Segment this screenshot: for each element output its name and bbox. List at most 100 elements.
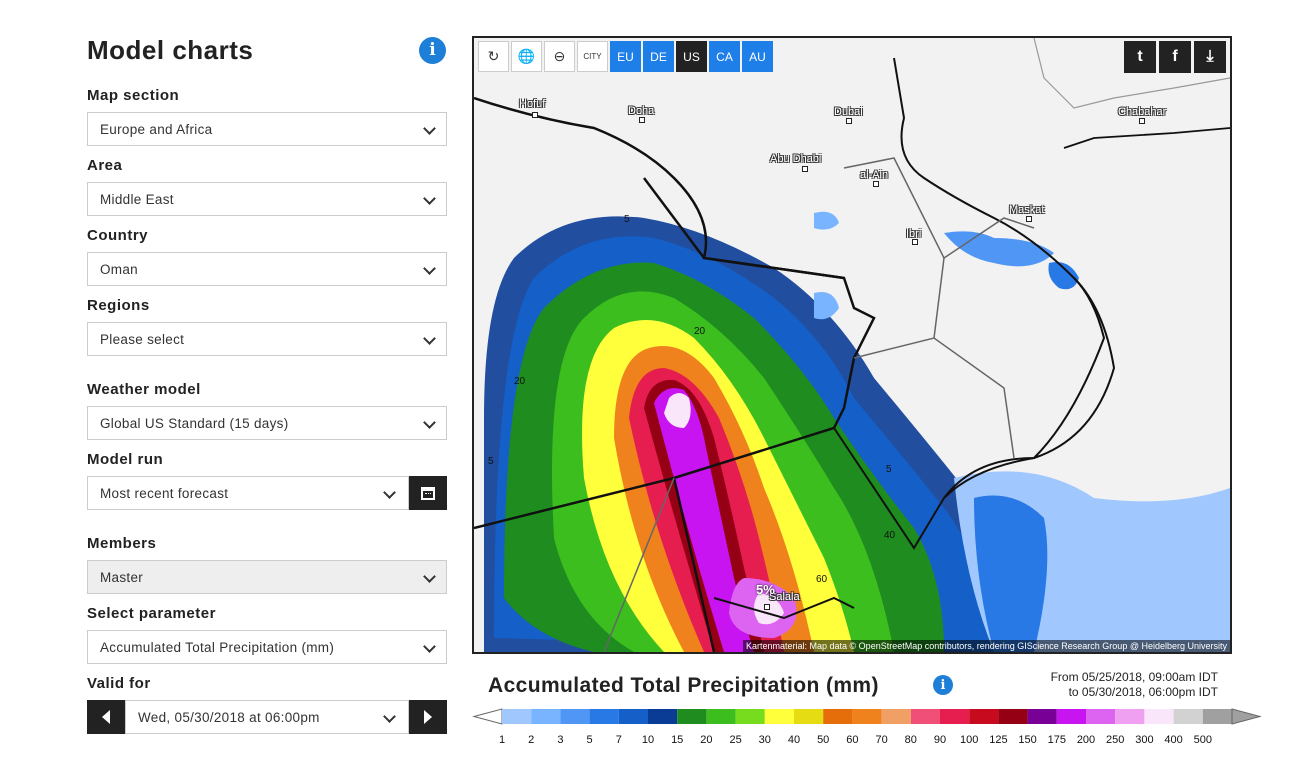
chevron-down-icon bbox=[423, 570, 436, 583]
country-label: Country bbox=[87, 227, 148, 244]
map-attribution: Kartenmaterial: Map data © OpenStreetMap… bbox=[743, 640, 1230, 652]
contour-label: 5 bbox=[624, 214, 630, 225]
chart-title: Accumulated Total Precipitation (mm) bbox=[488, 674, 879, 697]
twitter-button[interactable]: t bbox=[1124, 41, 1156, 73]
legend-swatch bbox=[735, 709, 765, 724]
map-section-label: Map section bbox=[87, 87, 180, 104]
regions-select[interactable]: Please select bbox=[87, 322, 447, 356]
chevron-down-icon bbox=[423, 122, 436, 135]
map-section-value: Europe and Africa bbox=[100, 121, 213, 137]
parameter-select[interactable]: Accumulated Total Precipitation (mm) bbox=[87, 630, 447, 664]
twitter-icon: t bbox=[1137, 48, 1143, 65]
legend-tick-label: 80 bbox=[904, 734, 917, 746]
region-button-us[interactable]: US bbox=[676, 41, 707, 72]
legend-tick-label: 25 bbox=[729, 734, 742, 746]
legend-swatch bbox=[502, 709, 532, 724]
legend-tick-label: 3 bbox=[557, 734, 564, 746]
legend-tick-label: 30 bbox=[758, 734, 771, 746]
chevron-down-icon bbox=[423, 416, 436, 429]
prev-time-button[interactable] bbox=[87, 700, 125, 734]
contour-label: 20 bbox=[694, 326, 706, 337]
next-time-button[interactable] bbox=[409, 700, 447, 734]
info-icon[interactable]: i bbox=[419, 36, 446, 64]
calendar-icon bbox=[421, 486, 435, 500]
legend-tick-label: 175 bbox=[1047, 734, 1066, 746]
legend-tick-label: 125 bbox=[989, 734, 1008, 746]
refresh-icon: ↻ bbox=[487, 48, 500, 64]
valid-for-select[interactable]: Wed, 05/30/2018 at 06:00pm bbox=[125, 700, 409, 734]
facebook-icon: f bbox=[1172, 48, 1178, 65]
city-marker bbox=[532, 112, 538, 118]
region-button-de[interactable]: DE bbox=[643, 41, 674, 72]
legend-swatch bbox=[706, 709, 736, 724]
download-icon: ⤓ bbox=[1206, 48, 1214, 65]
area-select[interactable]: Middle East bbox=[87, 182, 447, 216]
legend-swatch bbox=[764, 709, 794, 724]
forecast-period: From 05/25/2018, 09:00am IDT to 05/30/20… bbox=[1051, 670, 1218, 700]
arrow-right-icon bbox=[424, 710, 432, 724]
city-marker bbox=[846, 118, 852, 124]
city-marker bbox=[1139, 118, 1145, 124]
chevron-down-icon bbox=[423, 262, 436, 275]
region-button-au[interactable]: AU bbox=[742, 41, 773, 72]
legend-swatch bbox=[618, 709, 648, 724]
legend-swatch bbox=[677, 709, 707, 724]
city-marker bbox=[1026, 216, 1032, 222]
legend-swatch bbox=[910, 709, 940, 724]
city-marker bbox=[912, 239, 918, 245]
legend-tick-label: 250 bbox=[1106, 734, 1125, 746]
legend-swatch bbox=[998, 709, 1028, 724]
legend-tick-label: 300 bbox=[1135, 734, 1154, 746]
download-button[interactable]: ⤓ bbox=[1194, 41, 1226, 73]
region-button-eu[interactable]: EU bbox=[610, 41, 641, 72]
globe-button[interactable]: 🌐 bbox=[511, 41, 542, 72]
refresh-button[interactable]: ↻ bbox=[478, 41, 509, 72]
city-label-doha: Doha bbox=[628, 105, 655, 117]
weather-model-label: Weather model bbox=[87, 381, 201, 398]
legend-tick-label: 50 bbox=[817, 734, 830, 746]
legend-tick-label: 1 bbox=[498, 734, 506, 746]
zoom-out-button[interactable]: ⊖ bbox=[544, 41, 575, 72]
legend-swatch bbox=[1144, 709, 1174, 724]
map-section-select[interactable]: Europe and Africa bbox=[87, 112, 447, 146]
country-select[interactable]: Oman bbox=[87, 252, 447, 286]
info-icon[interactable]: i bbox=[933, 675, 953, 695]
legend-tick-label: 60 bbox=[846, 734, 859, 746]
region-button-ca[interactable]: CA bbox=[709, 41, 740, 72]
legend-swatch bbox=[648, 709, 678, 724]
city-marker bbox=[639, 117, 645, 123]
contour-label: 60 bbox=[816, 574, 828, 585]
arrow-left-icon bbox=[102, 710, 110, 724]
legend-swatch bbox=[531, 709, 561, 724]
zoom-out-icon: ⊖ bbox=[553, 48, 566, 64]
regions-label: Regions bbox=[87, 297, 150, 314]
chevron-down-icon bbox=[423, 640, 436, 653]
city-marker bbox=[802, 166, 808, 172]
contour-label: 5 bbox=[886, 464, 892, 475]
country-value: Oman bbox=[100, 261, 138, 277]
model-run-select[interactable]: Most recent forecast bbox=[87, 476, 409, 510]
share-toolbar: t f ⤓ bbox=[1124, 41, 1226, 73]
city-label-hofuf: Hofuf bbox=[519, 98, 546, 110]
legend-swatch bbox=[852, 709, 882, 724]
contour-label: 40 bbox=[884, 530, 896, 541]
weather-model-select[interactable]: Global US Standard (15 days) bbox=[87, 406, 447, 440]
facebook-button[interactable]: f bbox=[1159, 41, 1191, 73]
legend-tick-label: 70 bbox=[875, 734, 888, 746]
valid-for-value: Wed, 05/30/2018 at 06:00pm bbox=[138, 709, 320, 725]
legend-arrow-left bbox=[472, 708, 503, 725]
legend-tick-label: 400 bbox=[1164, 734, 1183, 746]
parameter-label: Select parameter bbox=[87, 605, 216, 622]
calendar-button[interactable] bbox=[409, 476, 447, 510]
map-graphic bbox=[474, 38, 1230, 652]
legend-arrow-right bbox=[1231, 708, 1262, 725]
legend-swatch bbox=[1086, 709, 1116, 724]
legend-tick-label: 200 bbox=[1076, 734, 1096, 746]
legend-swatch bbox=[1027, 709, 1057, 724]
city-toggle-button[interactable]: CITY bbox=[577, 41, 608, 72]
precipitation-map[interactable]: ↻ 🌐 ⊖ CITY EU DE US CA AU t f ⤓ Hofuf Do… bbox=[472, 36, 1232, 654]
legend-swatch bbox=[823, 709, 853, 724]
regions-value: Please select bbox=[100, 331, 185, 347]
city-toggle-label: CITY bbox=[583, 52, 602, 61]
members-value: Master bbox=[100, 569, 144, 585]
